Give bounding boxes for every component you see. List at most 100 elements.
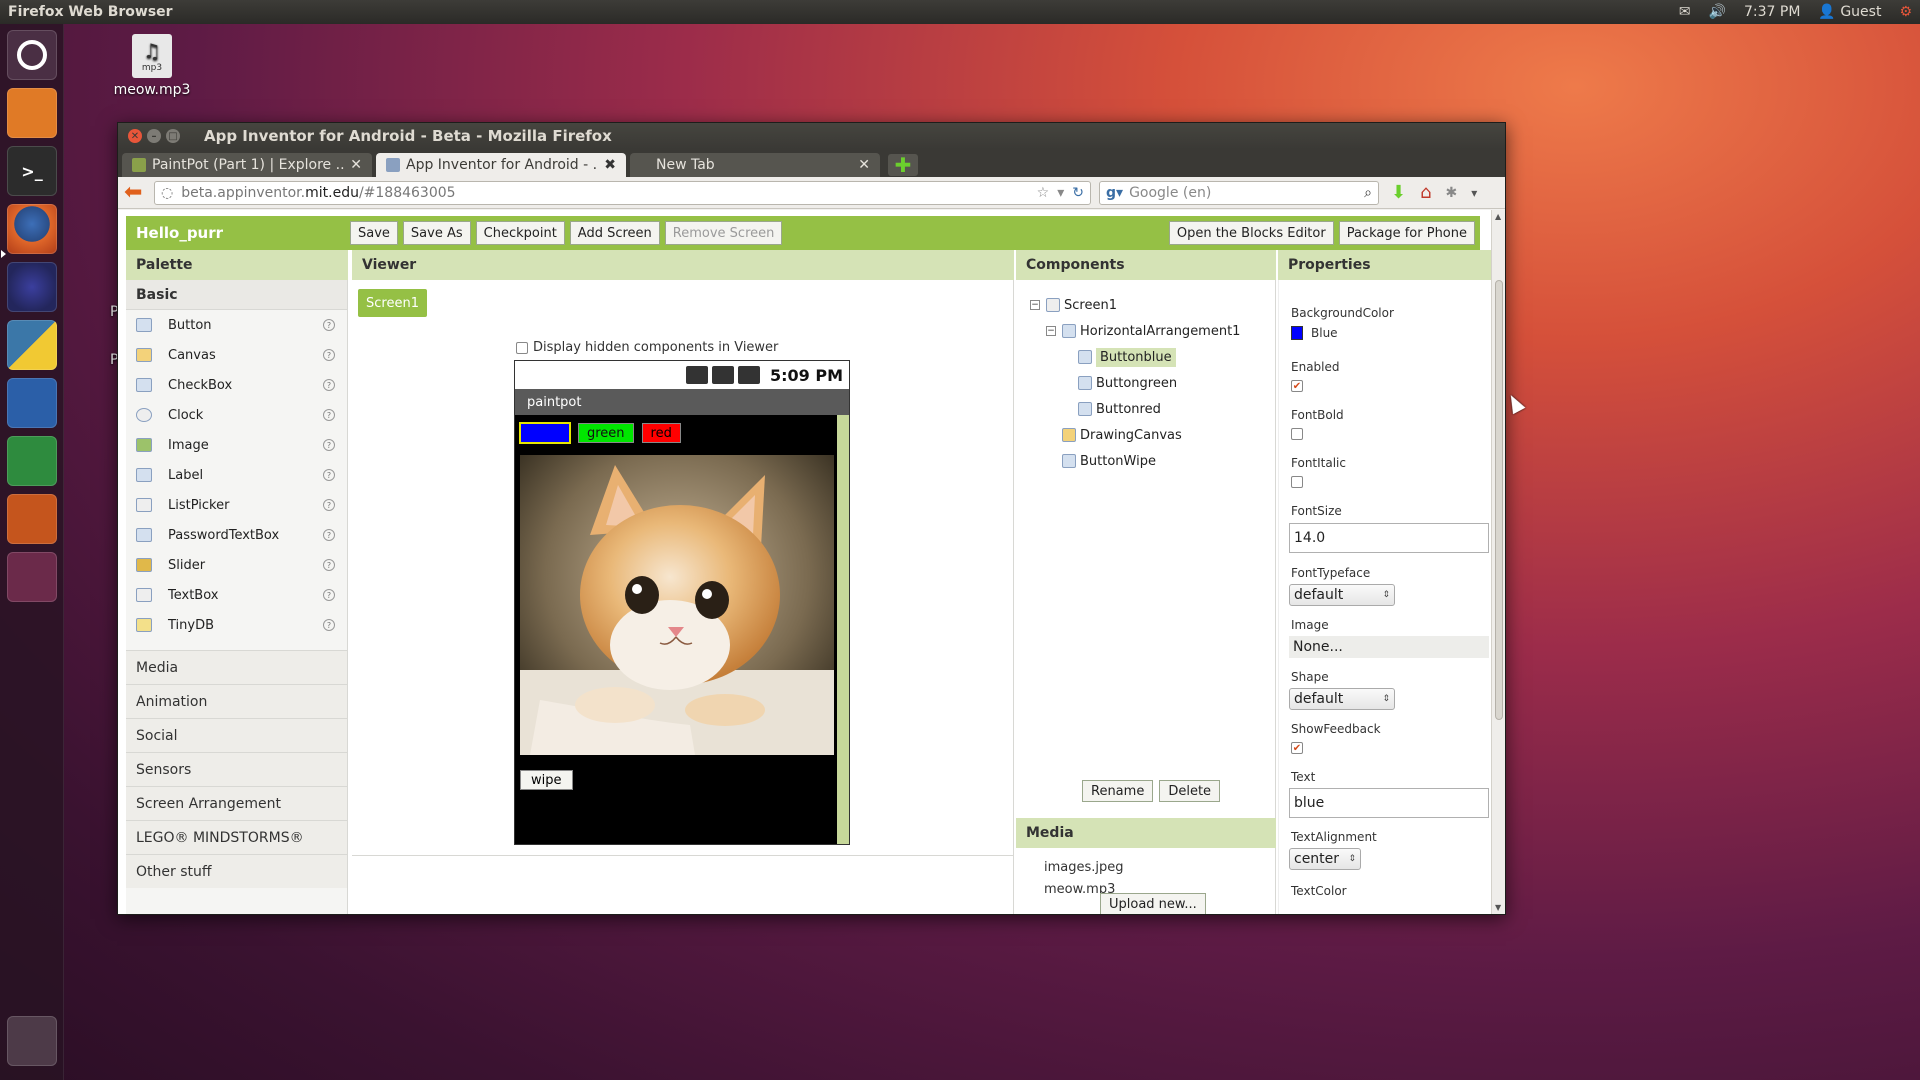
desktop-file-meow[interactable]: ♫ mp3 meow.mp3	[112, 34, 192, 98]
volume-icon[interactable]: 🔊	[1709, 4, 1726, 20]
palette-category-screen-arrangement[interactable]: Screen Arrangement	[126, 786, 347, 820]
showfeedback-checkbox[interactable]: ✔	[1291, 742, 1303, 754]
url-bar[interactable]: ◌ beta.appinventor. mit.edu/#188463005 ☆ …	[154, 180, 1091, 205]
palette-item-label[interactable]: Label?	[126, 460, 347, 490]
text-input[interactable]: blue	[1289, 788, 1489, 818]
reload-icon[interactable]: ↻	[1072, 185, 1084, 201]
fontsize-input[interactable]: 14.0	[1289, 523, 1489, 553]
upload-new-button[interactable]: Upload new...	[1100, 893, 1206, 914]
impress-icon[interactable]	[7, 494, 57, 544]
history-dropdown-icon[interactable]: ▾	[1057, 185, 1064, 201]
help-icon[interactable]: ?	[323, 559, 335, 571]
window-close-icon[interactable]: ✕	[128, 129, 142, 143]
files-icon[interactable]	[7, 88, 57, 138]
tree-node-buttonwipe[interactable]: ButtonWipe	[1062, 450, 1156, 472]
palette-item-textbox[interactable]: TextBox?	[126, 580, 347, 610]
palette-category-other[interactable]: Other stuff	[126, 854, 347, 888]
user-menu[interactable]: 👤 Guest	[1818, 4, 1881, 20]
help-icon[interactable]: ?	[323, 619, 335, 631]
scroll-down-icon[interactable]: ▼	[1495, 903, 1501, 912]
rename-button[interactable]: Rename	[1082, 780, 1154, 802]
collapse-icon[interactable]: −	[1046, 326, 1056, 336]
python-icon[interactable]	[7, 320, 57, 370]
backgroundcolor-picker[interactable]: Blue	[1291, 326, 1338, 340]
window-minimize-icon[interactable]: –	[147, 129, 161, 143]
calc-icon[interactable]	[7, 436, 57, 486]
tab-new-tab[interactable]: New Tab ✕	[630, 153, 880, 177]
search-bar[interactable]: g▾ Google (en) ⌕	[1099, 180, 1379, 205]
tree-node-buttonred[interactable]: Buttonred	[1078, 398, 1161, 420]
drawing-canvas[interactable]	[520, 455, 834, 755]
tab-close-icon[interactable]: ✕	[350, 157, 362, 173]
dash-home-icon[interactable]	[7, 30, 57, 80]
palette-category-social[interactable]: Social	[126, 718, 347, 752]
red-button[interactable]: red	[641, 423, 681, 443]
palette-item-image[interactable]: Image?	[126, 430, 347, 460]
help-icon[interactable]: ?	[323, 379, 335, 391]
screen1-tab[interactable]: Screen1	[358, 289, 427, 317]
enabled-checkbox[interactable]: ✔	[1291, 380, 1303, 392]
palette-category-basic[interactable]: Basic	[126, 280, 347, 310]
help-icon[interactable]: ?	[323, 319, 335, 331]
palette-item-checkbox[interactable]: CheckBox?	[126, 370, 347, 400]
writer-icon[interactable]	[7, 378, 57, 428]
scrollbar-thumb[interactable]	[1495, 280, 1503, 720]
palette-category-animation[interactable]: Animation	[126, 684, 347, 718]
help-icon[interactable]: ?	[323, 529, 335, 541]
palette-category-media[interactable]: Media	[126, 650, 347, 684]
blue-button[interactable]: blue	[519, 422, 571, 444]
download-icon[interactable]: ⬇	[1391, 182, 1406, 203]
tab-paintpot[interactable]: PaintPot (Part 1) | Explore ... ✕	[122, 153, 372, 177]
scroll-up-icon[interactable]: ▲	[1495, 212, 1501, 221]
addon-icon[interactable]: ✱	[1446, 185, 1458, 201]
palette-category-lego[interactable]: LEGO® MINDSTORMS®	[126, 820, 347, 854]
open-blocks-editor-button[interactable]: Open the Blocks Editor	[1168, 221, 1334, 245]
horizontal-arrangement[interactable]: blue green red	[519, 422, 681, 444]
mail-icon[interactable]: ✉	[1679, 4, 1691, 20]
tab-close-icon[interactable]: ✖	[604, 157, 616, 173]
palette-item-listpicker[interactable]: ListPicker?	[126, 490, 347, 520]
image-picker[interactable]: None...	[1289, 636, 1489, 658]
tab-app-inventor[interactable]: App Inventor for Android - ... ✖	[376, 153, 626, 177]
remove-screen-button[interactable]: Remove Screen	[664, 221, 783, 245]
fontbold-checkbox[interactable]	[1291, 428, 1303, 440]
tree-node-screen1[interactable]: − Screen1	[1030, 294, 1117, 316]
help-icon[interactable]: ?	[323, 439, 335, 451]
bookmark-star-icon[interactable]: ☆	[1037, 185, 1050, 201]
workspace-switcher-icon[interactable]	[7, 552, 57, 602]
search-icon[interactable]: ⌕	[1364, 185, 1372, 201]
clock[interactable]: 7:37 PM	[1744, 4, 1800, 20]
palette-item-button[interactable]: Button?	[126, 310, 347, 340]
help-icon[interactable]: ?	[323, 589, 335, 601]
textalignment-select[interactable]: center ⇕	[1289, 848, 1361, 870]
palette-item-clock[interactable]: Clock?	[126, 400, 347, 430]
palette-item-passwordtextbox[interactable]: PasswordTextBox?	[126, 520, 347, 550]
page-scrollbar[interactable]: ▲ ▼	[1491, 210, 1505, 914]
trash-icon[interactable]	[7, 1016, 57, 1066]
shape-select[interactable]: default ⇕	[1289, 688, 1395, 710]
wipe-button[interactable]: wipe	[520, 770, 573, 790]
tree-node-drawingcanvas[interactable]: DrawingCanvas	[1062, 424, 1182, 446]
checkbox-icon[interactable]	[516, 341, 528, 354]
tab-close-icon[interactable]: ✕	[858, 157, 870, 173]
tree-node-buttongreen[interactable]: Buttongreen	[1078, 372, 1177, 394]
help-icon[interactable]: ?	[323, 409, 335, 421]
palette-item-tinydb[interactable]: TinyDB?	[126, 610, 347, 640]
collapse-icon[interactable]: −	[1030, 300, 1040, 310]
package-for-phone-button[interactable]: Package for Phone	[1338, 221, 1475, 245]
add-screen-button[interactable]: Add Screen	[569, 221, 660, 245]
window-maximize-icon[interactable]: □	[166, 129, 180, 143]
palette-item-canvas[interactable]: Canvas?	[126, 340, 347, 370]
menu-dropdown-icon[interactable]: ▾	[1471, 186, 1477, 200]
checkpoint-button[interactable]: Checkpoint	[475, 221, 565, 245]
help-icon[interactable]: ?	[323, 349, 335, 361]
help-icon[interactable]: ?	[323, 469, 335, 481]
media-file[interactable]: images.jpeg	[1044, 860, 1124, 875]
power-icon[interactable]: ⚙	[1899, 4, 1912, 20]
green-button[interactable]: green	[578, 423, 634, 443]
display-hidden-checkbox[interactable]: Display hidden components in Viewer	[516, 340, 778, 355]
palette-category-sensors[interactable]: Sensors	[126, 752, 347, 786]
save-as-button[interactable]: Save As	[402, 221, 471, 245]
back-arrow-icon[interactable]: ⬅	[124, 180, 154, 205]
terminal-icon[interactable]: >_	[7, 146, 57, 196]
